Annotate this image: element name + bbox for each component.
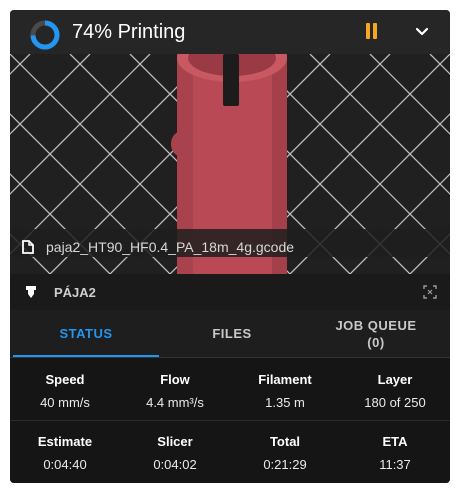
stat-value: 1.35 m [265, 395, 305, 410]
stat-filament: Filament 1.35 m [230, 372, 340, 410]
stat-value: 180 of 250 [364, 395, 426, 410]
stat-value: 4.4 mm³/s [146, 395, 204, 410]
stat-value: 40 mm/s [40, 395, 90, 410]
stat-flow: Flow 4.4 mm³/s [120, 372, 230, 410]
stat-estimate: Estimate 0:04:40 [10, 434, 120, 472]
stat-total: Total 0:21:29 [230, 434, 340, 472]
stat-label: Speed [45, 372, 85, 387]
stat-value: 0:21:29 [263, 457, 307, 472]
stat-label: Flow [160, 372, 190, 387]
tab-job-queue[interactable]: JOB QUEUE (0) [305, 310, 447, 357]
stat-layer: Layer 180 of 250 [340, 372, 450, 410]
printer-name: PÁJA2 [54, 285, 96, 300]
stat-label: Slicer [157, 434, 193, 449]
tab-bar: STATUS FILES JOB QUEUE (0) [10, 310, 450, 357]
stats-divider [10, 420, 450, 421]
stat-value: 11:37 [379, 457, 411, 472]
file-icon [22, 240, 34, 254]
stat-label: Layer [377, 372, 413, 387]
printer-status-card: 74% Printing paja2_HT90_HF0.4_PA_18m_4g.… [10, 10, 450, 483]
progress-ring [30, 20, 60, 50]
stat-value: 0:04:02 [153, 457, 197, 472]
stat-speed: Speed 40 mm/s [10, 372, 120, 410]
stat-label: Total [269, 434, 301, 449]
printer-nozzle-icon [26, 286, 36, 298]
chevron-down-icon[interactable] [415, 25, 429, 39]
stat-value: 0:04:40 [43, 457, 87, 472]
stat-label: Estimate [37, 434, 93, 449]
fullscreen-icon[interactable] [423, 285, 437, 299]
stat-label: Filament [258, 372, 312, 387]
pause-icon[interactable] [365, 23, 379, 39]
tab-files[interactable]: FILES [159, 310, 305, 357]
gcode-file-name: paja2_HT90_HF0.4_PA_18m_4g.gcode [46, 239, 295, 255]
tab-status[interactable]: STATUS [13, 310, 159, 357]
status-header: 74% Printing [10, 10, 450, 54]
print-status-title: 74% Printing [72, 21, 186, 43]
stat-slicer: Slicer 0:04:02 [120, 434, 230, 472]
stat-eta: ETA 11:37 [340, 434, 450, 472]
stat-label: ETA [382, 434, 408, 449]
